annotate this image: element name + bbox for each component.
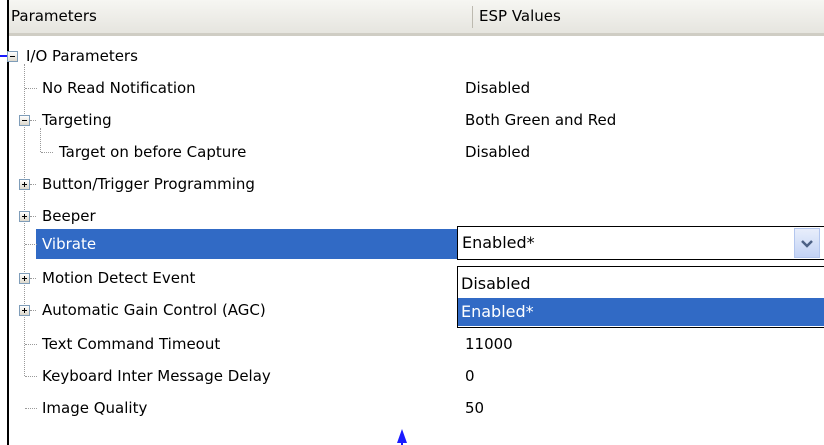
tree-guide (25, 88, 37, 89)
tree-row-image-quality[interactable]: Image Quality 50 (9, 392, 824, 424)
column-header-parameters[interactable]: Parameters (9, 0, 471, 33)
combobox-selected-value: Enabled* (462, 233, 535, 252)
tree-row-value[interactable]: 0 (465, 360, 475, 392)
combobox-dropdown-button[interactable] (794, 228, 820, 258)
callout-arrow-up-line (401, 441, 403, 445)
tree-guide (25, 376, 37, 377)
tree-row-io-parameters[interactable]: I/O Parameters (7, 40, 824, 72)
tree-row-label: Targeting (42, 111, 112, 129)
chevron-down-icon (801, 240, 813, 248)
plus-box-icon[interactable] (19, 179, 30, 190)
tree-guide (41, 152, 53, 153)
tree-guide (25, 408, 37, 409)
minus-box-icon[interactable] (19, 115, 30, 126)
tree-row-value[interactable]: 50 (465, 392, 484, 424)
esp-parameter-editor: Parameters ESP Values I/O Parameters No … (0, 0, 824, 445)
selection-highlight (36, 229, 461, 259)
column-separator[interactable] (472, 6, 473, 28)
tree-row-label: Button/Trigger Programming (42, 175, 255, 193)
tree-guide (30, 120, 36, 121)
tree-row-label: I/O Parameters (26, 47, 138, 65)
column-header-esp-values[interactable]: ESP Values (479, 0, 819, 33)
plus-box-icon[interactable] (19, 273, 30, 284)
tree-guide (25, 344, 37, 345)
tree-row-label: No Read Notification (42, 79, 196, 97)
tree-row-value[interactable]: Both Green and Red (465, 104, 616, 136)
option-disabled[interactable]: Disabled (458, 270, 824, 298)
plus-box-icon[interactable] (19, 305, 30, 316)
tree-guide (30, 278, 36, 279)
tree-row-label: Automatic Gain Control (AGC) (42, 301, 266, 319)
vibrate-options-list: Disabled Enabled* (457, 266, 824, 328)
tree-row-label: Target on before Capture (59, 143, 247, 161)
tree-guide (30, 310, 36, 311)
tree-row-text-command-timeout[interactable]: Text Command Timeout 11000 (9, 328, 824, 360)
tree-row-value[interactable]: Disabled (465, 72, 530, 104)
tree-row-label: Text Command Timeout (42, 335, 221, 353)
option-enabled[interactable]: Enabled* (458, 298, 824, 326)
tree-row-label: Keyboard Inter Message Delay (42, 367, 271, 385)
tree-row-value[interactable]: 11000 (465, 328, 513, 360)
vibrate-value-combobox[interactable]: Enabled* (457, 226, 824, 260)
minus-box-icon[interactable] (7, 51, 18, 62)
tree-row-value[interactable]: Disabled (465, 136, 530, 168)
tree-row-keyboard-inter-message-delay[interactable]: Keyboard Inter Message Delay 0 (9, 360, 824, 392)
plus-box-icon[interactable] (19, 211, 30, 222)
tree-row-no-read-notification[interactable]: No Read Notification Disabled (9, 72, 824, 104)
tree-row-targeting[interactable]: Targeting Both Green and Red (9, 104, 824, 136)
tree-guide (25, 244, 37, 245)
tree-row-label: Vibrate (42, 235, 97, 253)
tree-row-label: Motion Detect Event (42, 269, 196, 287)
parameter-tree-panel: Parameters ESP Values I/O Parameters No … (7, 0, 824, 445)
tree-row-label: Image Quality (42, 399, 148, 417)
column-header: Parameters ESP Values (9, 0, 824, 36)
tree-row-target-on-before-capture[interactable]: Target on before Capture Disabled (9, 136, 824, 168)
tree-guide (30, 184, 36, 185)
tree-guide (30, 216, 36, 217)
tree-row-button-trigger-programming[interactable]: Button/Trigger Programming (9, 168, 824, 200)
